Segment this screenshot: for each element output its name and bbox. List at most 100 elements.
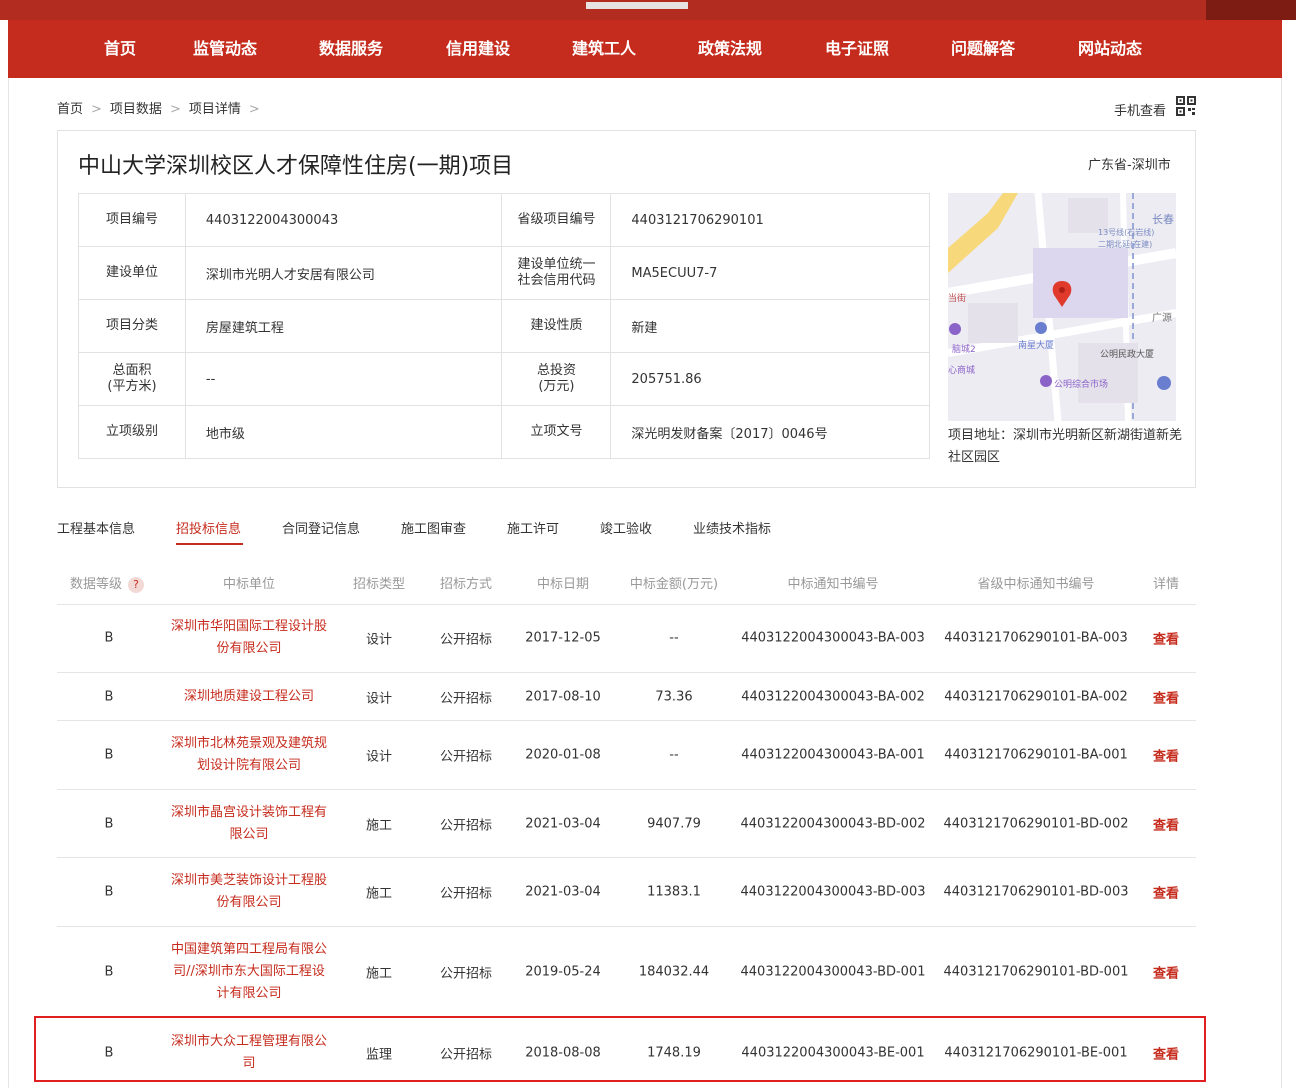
chevron-right-icon: >	[91, 102, 102, 117]
cell-winning-unit[interactable]: 深圳市华阳国际工程设计股份有限公司	[171, 616, 327, 660]
view-link[interactable]: 查看	[1153, 883, 1179, 902]
map-label: 当街	[948, 292, 966, 304]
project-region: 广东省-深圳市	[1088, 158, 1171, 173]
nav-item-e-license[interactable]: 电子证照	[825, 20, 889, 78]
chevron-right-icon: >	[169, 102, 181, 117]
column-header-grade: 数据等级	[69, 577, 123, 592]
field-label: 项目分类	[78, 299, 186, 353]
map-label: 脑城2	[952, 343, 976, 355]
cell-bid-type: 设计	[365, 632, 393, 648]
tab-bidding-info[interactable]: 招投标信息	[176, 518, 241, 537]
qr-code-icon[interactable]	[1176, 96, 1196, 116]
cell-winning-unit[interactable]: 深圳市美芝装饰设计工程股份有限公司	[171, 870, 327, 914]
cell-bid-method: 公开招标	[439, 886, 493, 902]
cell-bid-method: 公开招标	[439, 749, 493, 765]
field-label: 立项级别	[78, 405, 186, 459]
nav-item-workers[interactable]: 建筑工人	[572, 20, 636, 78]
tab-construction-permit[interactable]: 施工许可	[507, 518, 559, 537]
cell-provincial-notice-no: 4403121706290101-BA-002	[944, 689, 1128, 704]
cell-amount: 184032.44	[638, 964, 710, 979]
nav-item-supervision[interactable]: 监管动态	[193, 20, 257, 78]
view-link[interactable]: 查看	[1153, 962, 1179, 981]
cell-bid-method: 公开招标	[439, 966, 493, 981]
map-label: 二期北延(在建)	[1098, 239, 1152, 249]
cell-winning-unit[interactable]: 深圳市晶宫设计装饰工程有限公司	[171, 802, 327, 846]
map-label: 广源	[1152, 311, 1172, 324]
project-title: 中山大学深圳校区人才保障性住房(一期)项目	[78, 154, 514, 179]
breadcrumb-project-detail: 项目详情	[188, 102, 241, 117]
cell-amount: 9407.79	[647, 816, 701, 831]
cell-provincial-notice-no: 4403121706290101-BD-001	[943, 964, 1129, 979]
cell-notice-no: 4403122004300043-BA-003	[741, 630, 925, 646]
cell-winning-unit[interactable]: 深圳市北林苑景观及建筑规划设计院有限公司	[171, 733, 327, 777]
cell-amount: --	[669, 630, 679, 646]
field-value: MA5ECUU7-7	[610, 246, 930, 300]
map-label: 心商城	[948, 364, 975, 376]
table-row: B 深圳市北林苑景观及建筑规划设计院有限公司 设计 公开招标 2020-01-0…	[57, 721, 1196, 790]
tab-basic-info[interactable]: 工程基本信息	[57, 518, 135, 537]
table-row: B 深圳市美芝装饰设计工程股份有限公司 施工 公开招标 2021-03-04 1…	[57, 858, 1196, 927]
cell-grade: B	[104, 816, 114, 831]
nav-item-credit[interactable]: 信用建设	[446, 20, 510, 78]
cell-bid-method: 公开招标	[439, 691, 493, 706]
nav-item-data-service[interactable]: 数据服务	[319, 20, 383, 78]
view-link[interactable]: 查看	[1153, 629, 1179, 648]
nav-item-faq[interactable]: 问题解答	[951, 20, 1015, 78]
tab-completion-acceptance[interactable]: 竣工验收	[600, 518, 652, 537]
cell-winning-unit[interactable]: 中国建筑第四工程局有限公司//深圳市东大国际工程设计有限公司	[171, 939, 327, 1005]
field-value: 深光明发财备案〔2017〕0046号	[610, 405, 930, 459]
tab-contract-registration[interactable]: 合同登记信息	[282, 518, 360, 537]
cell-bid-type: 施工	[365, 966, 393, 981]
cell-notice-no: 4403122004300043-BD-002	[740, 816, 926, 831]
field-label: 省级项目编号	[501, 193, 612, 247]
map-label: 长春	[1152, 213, 1174, 226]
nav-item-news[interactable]: 网站动态	[1078, 20, 1142, 78]
view-link[interactable]: 查看	[1153, 746, 1179, 765]
chevron-right-icon: >	[248, 102, 260, 117]
location-map[interactable]: 长春 13号线(石岩线) 二期北延(在建) 当街 广源 脑城2 南星大厦 公明民…	[948, 193, 1176, 421]
cell-grade: B	[104, 747, 114, 763]
main-nav: 首页 监管动态 数据服务 信用建设 建筑工人 政策法规 电子证照 问题解答 网站…	[8, 20, 1282, 78]
tab-performance-indicators[interactable]: 业绩技术指标	[693, 518, 771, 537]
top-right-dark-block	[1206, 0, 1296, 20]
column-header: 中标金额(万元)	[629, 577, 719, 592]
field-value: 深圳市光明人才安居有限公司	[184, 246, 503, 300]
map-label: 南星大厦	[1018, 339, 1054, 351]
bid-table-header: 数据等级? 中标单位 招标类型 招标方式 中标日期 中标金额(万元) 中标通知书…	[57, 562, 1196, 605]
breadcrumb-project-data[interactable]: 项目数据	[110, 98, 162, 117]
cell-provincial-notice-no: 4403121706290101-BD-003	[943, 884, 1129, 900]
field-value: 地市级	[184, 405, 503, 459]
table-row: B 深圳市华阳国际工程设计股份有限公司 设计 公开招标 2017-12-05 -…	[57, 604, 1196, 673]
map-label: 公明民政大厦	[1100, 348, 1154, 360]
view-link[interactable]: 查看	[1153, 814, 1179, 833]
map-label: 13号线(石岩线)	[1098, 227, 1154, 237]
cell-grade: B	[104, 964, 114, 979]
tab-drawing-review[interactable]: 施工图审查	[401, 518, 466, 537]
nav-item-policy[interactable]: 政策法规	[698, 20, 762, 78]
field-label: 建设单位统一社会信用代码	[501, 246, 612, 300]
cell-bid-date: 2017-08-10	[525, 689, 601, 704]
breadcrumb-home[interactable]: 首页	[57, 98, 83, 117]
field-value: 房屋建筑工程	[184, 299, 503, 353]
breadcrumb: 首页 > 项目数据 > 项目详情 >	[57, 98, 268, 117]
cell-winning-unit[interactable]: 深圳地质建设工程公司	[171, 686, 327, 708]
mobile-view-link[interactable]: 手机查看	[1114, 100, 1166, 119]
cell-notice-no: 4403122004300043-BD-003	[740, 884, 926, 900]
view-link[interactable]: 查看	[1153, 687, 1179, 706]
column-header: 详情	[1152, 577, 1180, 592]
cell-bid-date: 2020-01-08	[525, 747, 601, 763]
column-header: 招标类型	[352, 577, 406, 592]
field-label: 建设单位	[78, 246, 186, 300]
cell-bid-method: 公开招标	[439, 818, 493, 833]
field-label: 总面积(平方米)	[78, 352, 186, 406]
cell-bid-date: 2017-12-05	[525, 630, 601, 646]
column-header: 中标日期	[536, 577, 590, 592]
field-label: 建设性质	[501, 299, 612, 353]
help-icon[interactable]: ?	[128, 576, 145, 593]
field-value: 4403121706290101	[610, 193, 930, 247]
table-row: B 深圳市晶宫设计装饰工程有限公司 施工 公开招标 2021-03-04 940…	[57, 790, 1196, 858]
column-header: 中标通知书编号	[787, 577, 879, 592]
nav-item-home[interactable]: 首页	[104, 20, 136, 78]
map-label: 公明综合市场	[1054, 378, 1108, 390]
map-graphic: 长春 13号线(石岩线) 二期北延(在建) 当街 广源 脑城2 南星大厦 公明民…	[948, 193, 1176, 421]
